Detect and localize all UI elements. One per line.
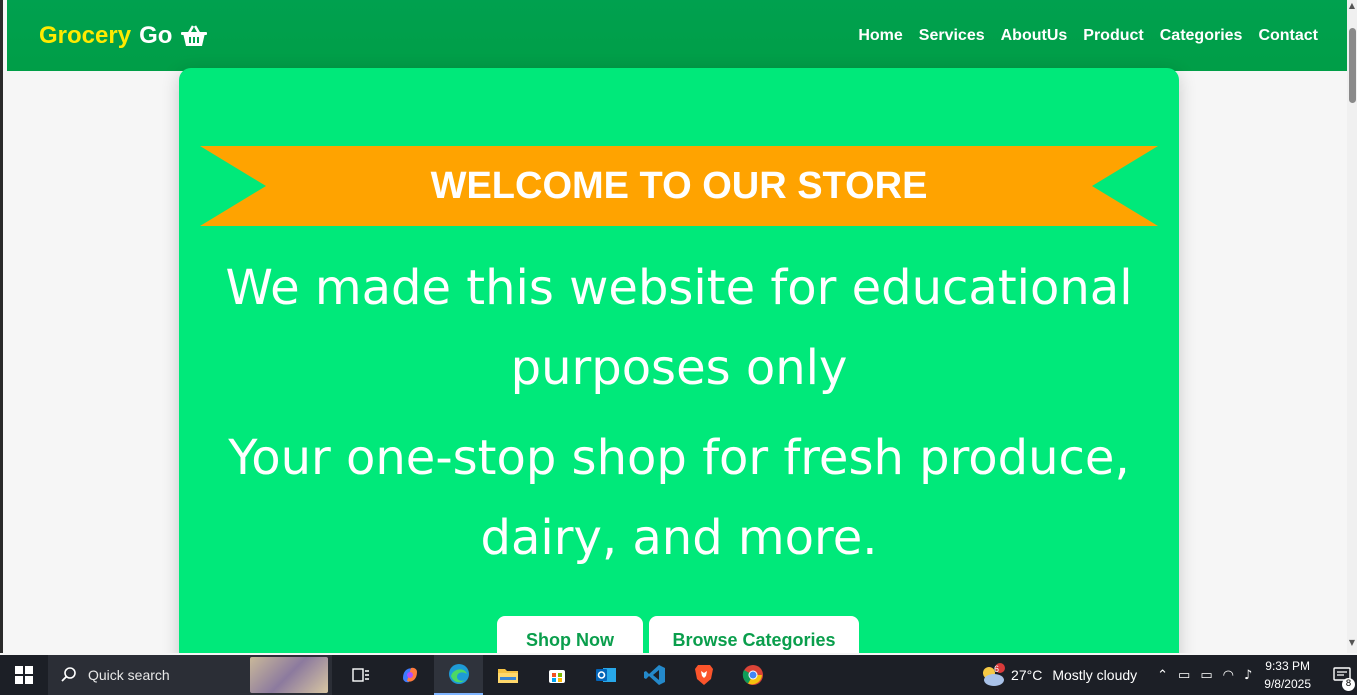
taskbar-search[interactable]: Quick search	[48, 655, 332, 695]
nav-links: Home Services AboutUs Product Categories…	[858, 27, 1318, 45]
weather-temp: 27°C	[1011, 667, 1043, 683]
nav-link-aboutus[interactable]: AboutUs	[1001, 27, 1068, 45]
clock[interactable]: 9:33 PM 9/8/2025	[1264, 657, 1311, 693]
page-scrollbar[interactable]: ▲ ▼	[1347, 0, 1357, 653]
nav-link-services[interactable]: Services	[919, 27, 985, 45]
tray-icons: ⌃ ▭ ▭ ◠ ♪	[1157, 668, 1252, 683]
vscode-icon[interactable]	[630, 655, 679, 695]
weather-badge: 6	[994, 664, 1000, 674]
weather-widget[interactable]: 6 27°C Mostly cloudy	[979, 663, 1137, 687]
scroll-thumb[interactable]	[1349, 28, 1356, 103]
wifi-icon[interactable]: ◠	[1223, 668, 1234, 683]
battery-icon[interactable]: ▭	[1200, 668, 1212, 683]
navbar: Grocery Go Home Services AboutUs Product…	[7, 0, 1350, 71]
brand-name-grocery: Grocery	[39, 21, 132, 49]
chevron-up-icon[interactable]: ⌃	[1157, 668, 1168, 683]
nav-link-home[interactable]: Home	[858, 27, 902, 45]
meet-now-icon[interactable]: ▭	[1178, 668, 1190, 683]
shop-now-button[interactable]: Shop Now	[497, 616, 643, 653]
edge-icon[interactable]	[434, 655, 483, 695]
chrome-icon[interactable]	[728, 655, 777, 695]
store-icon[interactable]	[532, 655, 581, 695]
nav-link-contact[interactable]: Contact	[1258, 27, 1318, 45]
cloudy-moon-icon	[983, 663, 1006, 686]
search-placeholder: Quick search	[88, 667, 170, 683]
clock-date: 9/8/2025	[1264, 677, 1311, 691]
basket-icon	[181, 24, 208, 46]
hero-line-educational: We made this website for educational pur…	[225, 260, 1133, 396]
weather-desc: Mostly cloudy	[1052, 667, 1138, 683]
search-highlight-image	[250, 657, 328, 693]
search-icon	[61, 667, 76, 682]
welcome-ribbon: WELCOME TO OUR STORE	[200, 146, 1158, 226]
system-tray: 6 27°C Mostly cloudy ⌃ ▭ ▭ ◠ ♪ 9:33 PM 9…	[979, 655, 1357, 695]
nav-link-categories[interactable]: Categories	[1160, 27, 1243, 45]
hero-line-tagline: Your one-stop shop for fresh produce, da…	[228, 430, 1130, 566]
pinned-apps	[336, 655, 777, 695]
nav-link-product[interactable]: Product	[1083, 27, 1143, 45]
notification-count: 8	[1342, 678, 1355, 691]
scroll-up-arrow-icon[interactable]: ▲	[1348, 2, 1356, 10]
clock-time: 9:33 PM	[1265, 659, 1310, 673]
outlook-icon[interactable]	[581, 655, 630, 695]
browser-viewport: Grocery Go Home Services AboutUs Product…	[0, 0, 1357, 653]
browse-categories-button[interactable]: Browse Categories	[649, 616, 859, 653]
brave-icon[interactable]	[679, 655, 728, 695]
volume-icon[interactable]: ♪	[1244, 668, 1252, 683]
file-explorer-icon[interactable]	[483, 655, 532, 695]
taskbar: Quick search 6 27°C Mostly cloudy ⌃ ▭ ▭ …	[0, 655, 1357, 695]
brand-logo[interactable]: Grocery Go	[39, 22, 208, 50]
welcome-heading: WELCOME TO OUR STORE	[430, 164, 928, 207]
scroll-down-arrow-icon[interactable]: ▼	[1348, 639, 1356, 647]
start-button[interactable]	[0, 655, 48, 695]
hero-card: WELCOME TO OUR STORE We made this websit…	[179, 68, 1179, 653]
notification-center-icon[interactable]: 8	[1327, 655, 1357, 695]
copilot-icon[interactable]	[385, 655, 434, 695]
brand-name-go: Go	[139, 21, 173, 49]
task-view-icon[interactable]	[336, 655, 385, 695]
windows-logo-icon	[15, 666, 33, 684]
